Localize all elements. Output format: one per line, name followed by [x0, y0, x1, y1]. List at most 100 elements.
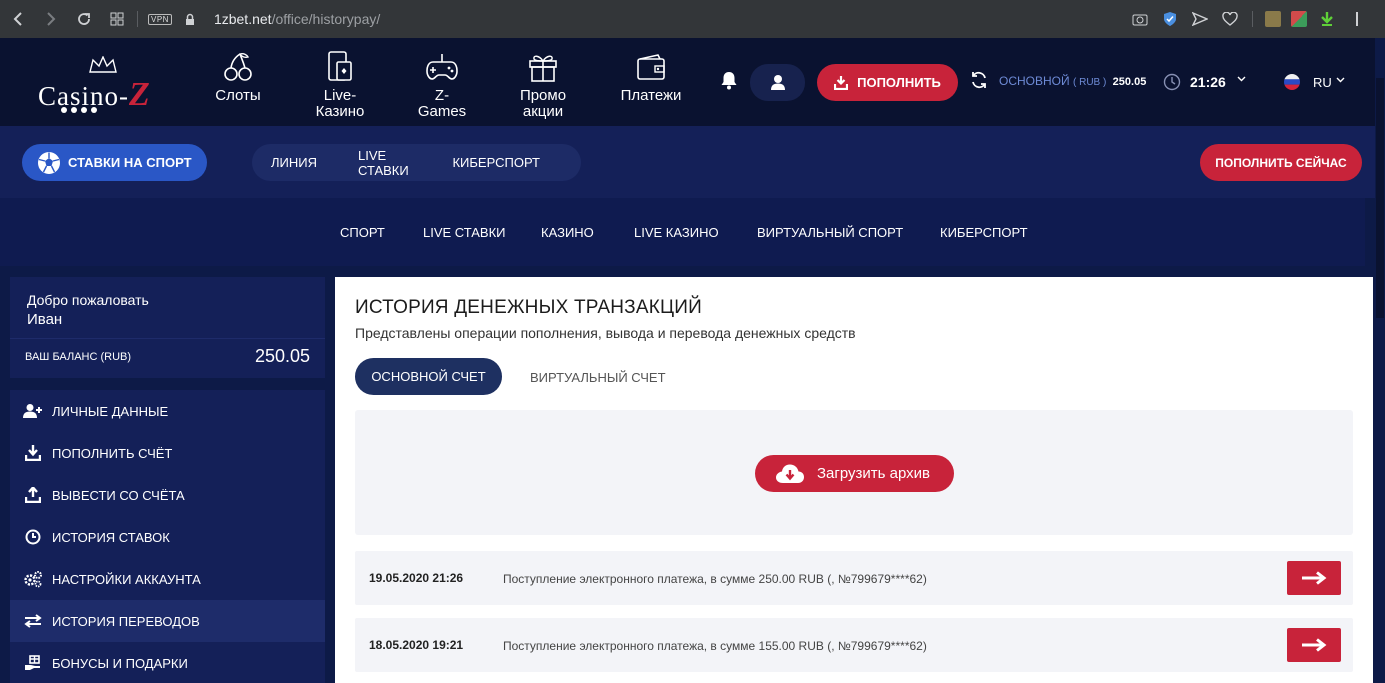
toolbar-divider: [137, 11, 138, 27]
cherry-icon: [221, 50, 255, 84]
user-icon: [770, 75, 785, 90]
sidebar-item-withdraw[interactable]: ВЫВЕСТИ СО СЧЁТА: [10, 474, 325, 516]
extension-puzzle-icon[interactable]: [1265, 11, 1281, 27]
nav-z-games-label: Z- Games: [417, 87, 467, 120]
category-nav-esports[interactable]: КИБЕРСПОРТ: [940, 225, 1028, 240]
sidebar-item-label: НАСТРОЙКИ АККАУНТА: [52, 571, 201, 587]
sports-bets-button[interactable]: СТАВКИ НА СПОРТ: [22, 144, 207, 181]
nav-slots[interactable]: Слоты: [208, 50, 268, 104]
sports-subheader: СТАВКИ НА СПОРТ ЛИНИЯ LIVE СТАВКИ КИБЕРС…: [0, 126, 1385, 198]
heart-icon[interactable]: [1220, 9, 1240, 29]
logo-text-z: Z: [129, 76, 151, 113]
page-scrollbar[interactable]: [1375, 38, 1385, 683]
extension-cube-icon[interactable]: [1291, 11, 1307, 27]
download-archive-label: Загрузить архив: [817, 465, 931, 482]
transaction-date: 18.05.2020 19:21: [369, 638, 464, 652]
category-nav-virtual-sport[interactable]: ВИРТУАЛЬНЫЙ СПОРТ: [757, 225, 903, 240]
pill-nav-live[interactable]: LIVE СТАВКИ: [358, 148, 411, 178]
hand-gift-icon: [23, 653, 43, 673]
crown-icon: [89, 56, 117, 73]
sidebar-item-account-settings[interactable]: НАСТРОЙКИ АККАУНТА: [10, 558, 325, 600]
tabs-grid-icon[interactable]: [107, 9, 127, 29]
language-selector[interactable]: RU: [1313, 75, 1332, 90]
header-time: 21:26: [1190, 74, 1226, 90]
scrollbar-thumb[interactable]: [1376, 78, 1384, 318]
shield-check-icon[interactable]: [1160, 9, 1180, 29]
casino-z-logo[interactable]: Casino-Z: [38, 56, 173, 113]
clock-icon: [1163, 73, 1181, 91]
category-nav-live-bets[interactable]: LIVE СТАВКИ: [423, 225, 506, 240]
nav-slots-label: Слоты: [215, 87, 261, 104]
header-balance[interactable]: ОСНОВНОЙ ( RUB ) 250.05: [999, 74, 1146, 88]
category-nav-live-casino[interactable]: LIVE КАЗИНО: [634, 225, 719, 240]
reload-icon[interactable]: [74, 9, 94, 29]
welcome-text: Добро пожаловать: [27, 292, 149, 308]
transaction-date: 19.05.2020 21:26: [369, 571, 464, 585]
back-icon[interactable]: [8, 9, 28, 29]
browser-toolbar: VPN 1zbet.net/office/historypay/: [0, 0, 1385, 38]
vpn-badge[interactable]: VPN: [148, 13, 172, 25]
sidebar-item-transfer-history[interactable]: ИСТОРИЯ ПЕРЕВОДОВ: [10, 600, 325, 642]
account-menu: ЛИЧНЫЕ ДАННЫЕ ПОПОЛНИТЬ СЧЁТ ВЫВЕСТИ СО …: [10, 390, 325, 683]
user-add-icon: [23, 401, 43, 421]
transaction-details-button[interactable]: [1287, 628, 1341, 662]
russia-flag-icon[interactable]: [1284, 74, 1300, 90]
chevron-down-icon[interactable]: [1237, 76, 1246, 82]
refresh-balance-icon[interactable]: [969, 70, 989, 90]
wallet-icon: [634, 50, 668, 84]
browser-nav: [8, 9, 127, 29]
sidebar-item-deposit[interactable]: ПОПОЛНИТЬ СЧЁТ: [10, 432, 325, 474]
send-icon[interactable]: [1190, 9, 1210, 29]
profile-button[interactable]: [750, 64, 805, 101]
site-header: Casino-Z Слоты Live- Казино Z- Games Про…: [0, 38, 1385, 126]
pill-nav-line[interactable]: ЛИНИЯ: [271, 155, 317, 170]
sidebar-item-bonuses[interactable]: БОНУСЫ И ПОДАРКИ: [10, 642, 325, 683]
transaction-details-button[interactable]: [1287, 561, 1341, 595]
arrow-right-icon: [1302, 571, 1327, 585]
category-nav-casino[interactable]: КАЗИНО: [541, 225, 594, 240]
upload-icon: [23, 485, 43, 505]
nav-promo[interactable]: Промо акции: [511, 50, 575, 120]
transaction-description: Поступление электронного платежа, в сумм…: [503, 572, 927, 586]
url-host: 1zbet.net: [213, 11, 272, 27]
balance-amount: 250.05: [1112, 76, 1147, 88]
category-nav: СПОРТ LIVE СТАВКИ КАЗИНО LIVE КАЗИНО ВИР…: [0, 198, 1365, 266]
browser-extensions: [1130, 9, 1367, 29]
sports-pill-nav: ЛИНИЯ LIVE СТАВКИ КИБЕРСПОРТ: [252, 144, 581, 181]
balance-value: 250.05: [254, 346, 310, 366]
download-icon: [23, 443, 43, 463]
download-archive-button[interactable]: Загрузить архив: [755, 455, 954, 492]
bell-icon[interactable]: [720, 70, 740, 92]
tab-virtual-account[interactable]: ВИРТУАЛЬНЫЙ СЧЕТ: [530, 370, 666, 385]
topup-now-button[interactable]: ПОПОЛНИТЬ СЕЙЧАС: [1200, 144, 1362, 181]
pill-nav-esports[interactable]: КИБЕРСПОРТ: [452, 155, 540, 170]
arrow-right-icon: [1302, 638, 1327, 652]
forward-icon[interactable]: [41, 9, 61, 29]
nav-live-casino[interactable]: Live- Казино: [305, 50, 375, 120]
welcome-panel: Добро пожаловать Иван ВАШ БАЛАНС (RUB) 2…: [10, 277, 325, 378]
camera-icon[interactable]: [1130, 9, 1150, 29]
chevron-down-icon[interactable]: [1336, 77, 1345, 83]
lock-icon[interactable]: [180, 9, 200, 29]
menu-bar-icon[interactable]: [1347, 9, 1367, 29]
nav-payments[interactable]: Платежи: [616, 50, 686, 104]
sidebar-item-label: ВЫВЕСТИ СО СЧЁТА: [52, 487, 185, 503]
category-nav-sport[interactable]: СПОРТ: [340, 225, 385, 240]
gift-icon: [526, 50, 560, 84]
topup-label: ПОПОЛНИТЬ: [857, 75, 941, 90]
table-row: 19.05.2020 21:26 Поступление электронног…: [355, 551, 1353, 605]
sidebar-item-label: БОНУСЫ И ПОДАРКИ: [52, 655, 188, 671]
gamepad-icon: [425, 50, 459, 84]
topup-button[interactable]: ПОПОЛНИТЬ: [817, 64, 958, 101]
archive-panel: Загрузить архив: [355, 410, 1353, 535]
sidebar-item-label: ИСТОРИЯ СТАВОК: [52, 529, 170, 545]
tab-main-account[interactable]: ОСНОВНОЙ СЧЕТ: [355, 358, 502, 395]
nav-z-games[interactable]: Z- Games: [410, 50, 474, 120]
address-bar[interactable]: 1zbet.net/office/historypay/: [214, 11, 380, 27]
download-arrow-icon[interactable]: [1317, 9, 1337, 29]
sidebar-item-bet-history[interactable]: ИСТОРИЯ СТАВОК: [10, 516, 325, 558]
soccer-ball-icon: [38, 151, 60, 174]
divider: [10, 338, 325, 339]
sidebar-item-personal-data[interactable]: ЛИЧНЫЕ ДАННЫЕ: [10, 390, 325, 432]
nav-promo-label: Промо акции: [519, 87, 567, 120]
